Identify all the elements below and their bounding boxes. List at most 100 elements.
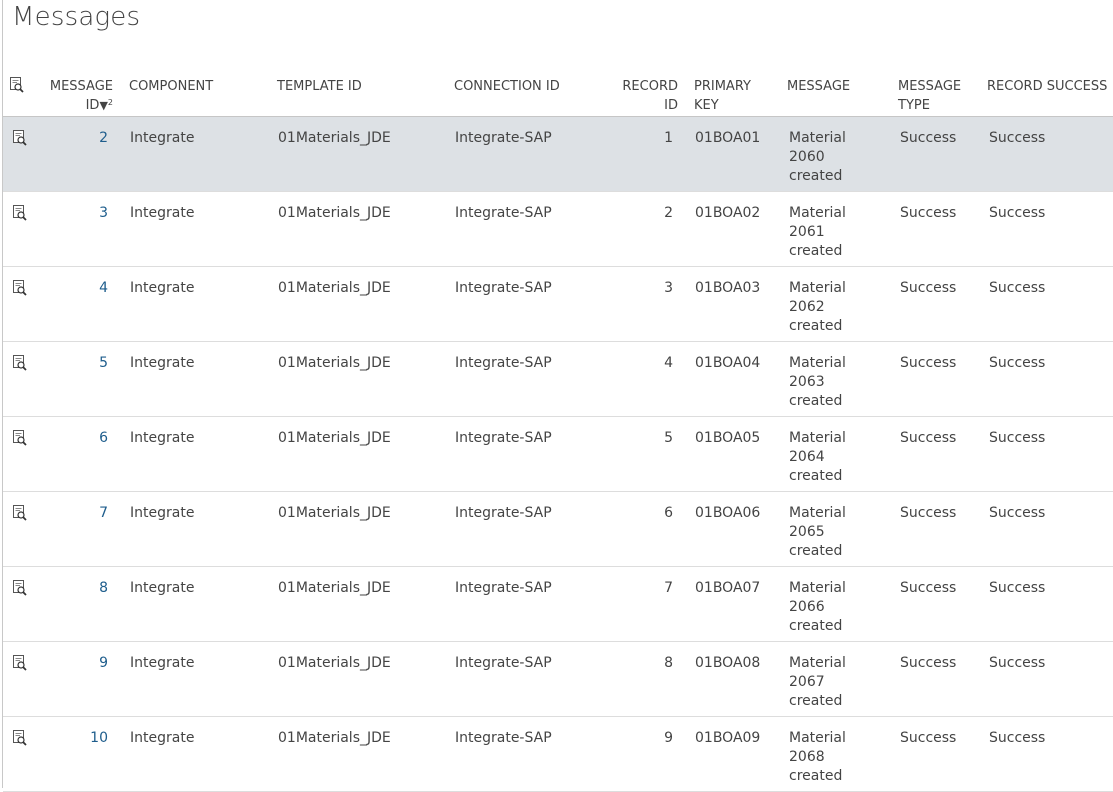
view-item-icon[interactable] xyxy=(11,504,29,522)
table-row[interactable]: 10 Integrate 01Materials_JDE Integrate-S… xyxy=(3,717,1113,792)
view-item-icon[interactable] xyxy=(11,279,29,297)
component-cell: Integrate xyxy=(130,430,195,446)
component-cell: Integrate xyxy=(130,655,195,671)
message-type-cell: Success xyxy=(900,280,957,296)
column-header-primary-key[interactable]: PRIMARY KEY xyxy=(694,77,751,115)
template-id-cell: 01Materials_JDE xyxy=(278,280,391,296)
view-item-icon[interactable] xyxy=(11,204,29,222)
message-cell: Material 2067 created xyxy=(789,655,846,709)
connection-id-cell: Integrate-SAP xyxy=(455,655,552,671)
record-success-cell: Success xyxy=(989,655,1046,671)
table-body: 2 Integrate 01Materials_JDE Integrate-SA… xyxy=(3,117,1113,792)
message-cell: Material 2068 created xyxy=(789,730,846,784)
message-id-link[interactable]: 5 xyxy=(49,354,108,373)
message-cell: Material 2063 created xyxy=(789,355,846,409)
view-item-icon[interactable] xyxy=(11,354,29,372)
view-all-icon[interactable] xyxy=(8,76,26,94)
record-id-cell: 4 xyxy=(664,355,673,371)
view-item-icon[interactable] xyxy=(11,729,29,747)
primary-key-cell: 01BOA03 xyxy=(695,280,761,296)
message-type-cell: Success xyxy=(900,505,957,521)
message-id-link[interactable]: 6 xyxy=(49,429,108,448)
connection-id-cell: Integrate-SAP xyxy=(455,430,552,446)
message-cell: Material 2066 created xyxy=(789,580,846,634)
table-row[interactable]: 5 Integrate 01Materials_JDE Integrate-SA… xyxy=(3,342,1113,417)
primary-key-cell: 01BOA01 xyxy=(695,130,761,146)
message-type-cell: Success xyxy=(900,205,957,221)
column-header-template-id[interactable]: TEMPLATE ID xyxy=(277,77,362,96)
primary-key-cell: 01BOA09 xyxy=(695,730,761,746)
connection-id-cell: Integrate-SAP xyxy=(455,505,552,521)
template-id-cell: 01Materials_JDE xyxy=(278,430,391,446)
message-id-link[interactable]: 7 xyxy=(49,504,108,523)
message-id-link[interactable]: 2 xyxy=(49,129,108,148)
message-id-link[interactable]: 9 xyxy=(49,654,108,673)
message-id-link[interactable]: 3 xyxy=(49,204,108,223)
component-cell: Integrate xyxy=(130,280,195,296)
view-item-icon[interactable] xyxy=(11,579,29,597)
component-cell: Integrate xyxy=(130,505,195,521)
record-id-cell: 5 xyxy=(664,430,673,446)
table-row[interactable]: 6 Integrate 01Materials_JDE Integrate-SA… xyxy=(3,417,1113,492)
connection-id-cell: Integrate-SAP xyxy=(455,130,552,146)
record-success-cell: Success xyxy=(989,730,1046,746)
message-cell: Material 2065 created xyxy=(789,505,846,559)
record-success-cell: Success xyxy=(989,580,1046,596)
component-cell: Integrate xyxy=(130,730,195,746)
table-row[interactable]: 9 Integrate 01Materials_JDE Integrate-SA… xyxy=(3,642,1113,717)
record-id-cell: 3 xyxy=(664,280,673,296)
primary-key-cell: 01BOA02 xyxy=(695,205,761,221)
message-cell: Material 2062 created xyxy=(789,280,846,334)
message-type-cell: Success xyxy=(900,655,957,671)
message-type-cell: Success xyxy=(900,430,957,446)
record-id-cell: 1 xyxy=(664,130,673,146)
record-id-cell: 2 xyxy=(664,205,673,221)
connection-id-cell: Integrate-SAP xyxy=(455,730,552,746)
page-title: Messages xyxy=(12,2,141,32)
component-cell: Integrate xyxy=(130,130,195,146)
table-row[interactable]: 2 Integrate 01Materials_JDE Integrate-SA… xyxy=(3,117,1113,192)
connection-id-cell: Integrate-SAP xyxy=(455,580,552,596)
primary-key-cell: 01BOA04 xyxy=(695,355,761,371)
column-header-record-id[interactable]: RECORD ID xyxy=(613,77,678,115)
record-success-cell: Success xyxy=(989,505,1046,521)
record-id-cell: 7 xyxy=(664,580,673,596)
record-success-cell: Success xyxy=(989,355,1046,371)
template-id-cell: 01Materials_JDE xyxy=(278,655,391,671)
column-header-message-id[interactable]: MESSAGE ID▼2 xyxy=(49,77,113,115)
view-item-icon[interactable] xyxy=(11,129,29,147)
sort-descending-icon: ▼ xyxy=(99,99,108,112)
column-header-record-success[interactable]: RECORD SUCCESS xyxy=(987,77,1107,96)
template-id-cell: 01Materials_JDE xyxy=(278,505,391,521)
column-header-connection-id[interactable]: CONNECTION ID xyxy=(454,77,560,96)
message-id-link[interactable]: 4 xyxy=(49,279,108,298)
template-id-cell: 01Materials_JDE xyxy=(278,130,391,146)
view-item-icon[interactable] xyxy=(11,429,29,447)
template-id-cell: 01Materials_JDE xyxy=(278,730,391,746)
message-type-cell: Success xyxy=(900,580,957,596)
column-header-message[interactable]: MESSAGE xyxy=(787,77,850,96)
record-success-cell: Success xyxy=(989,205,1046,221)
table-row[interactable]: 7 Integrate 01Materials_JDE Integrate-SA… xyxy=(3,492,1113,567)
table-row[interactable]: 8 Integrate 01Materials_JDE Integrate-SA… xyxy=(3,567,1113,642)
column-header-component[interactable]: COMPONENT xyxy=(129,77,213,96)
record-id-cell: 9 xyxy=(664,730,673,746)
table-header: MESSAGE ID▼2 COMPONENT TEMPLATE ID CONNE… xyxy=(3,76,1113,118)
table-row[interactable]: 4 Integrate 01Materials_JDE Integrate-SA… xyxy=(3,267,1113,342)
template-id-cell: 01Materials_JDE xyxy=(278,355,391,371)
view-item-icon[interactable] xyxy=(11,654,29,672)
message-id-link[interactable]: 8 xyxy=(49,579,108,598)
message-id-link[interactable]: 10 xyxy=(49,729,108,748)
connection-id-cell: Integrate-SAP xyxy=(455,355,552,371)
table-row[interactable]: 3 Integrate 01Materials_JDE Integrate-SA… xyxy=(3,192,1113,267)
component-cell: Integrate xyxy=(130,580,195,596)
column-header-message-type[interactable]: MESSAGE TYPE xyxy=(898,77,961,115)
template-id-cell: 01Materials_JDE xyxy=(278,205,391,221)
record-success-cell: Success xyxy=(989,130,1046,146)
component-cell: Integrate xyxy=(130,355,195,371)
message-cell: Material 2060 created xyxy=(789,130,846,184)
primary-key-cell: 01BOA06 xyxy=(695,505,761,521)
message-type-cell: Success xyxy=(900,130,957,146)
record-success-cell: Success xyxy=(989,430,1046,446)
primary-key-cell: 01BOA05 xyxy=(695,430,761,446)
